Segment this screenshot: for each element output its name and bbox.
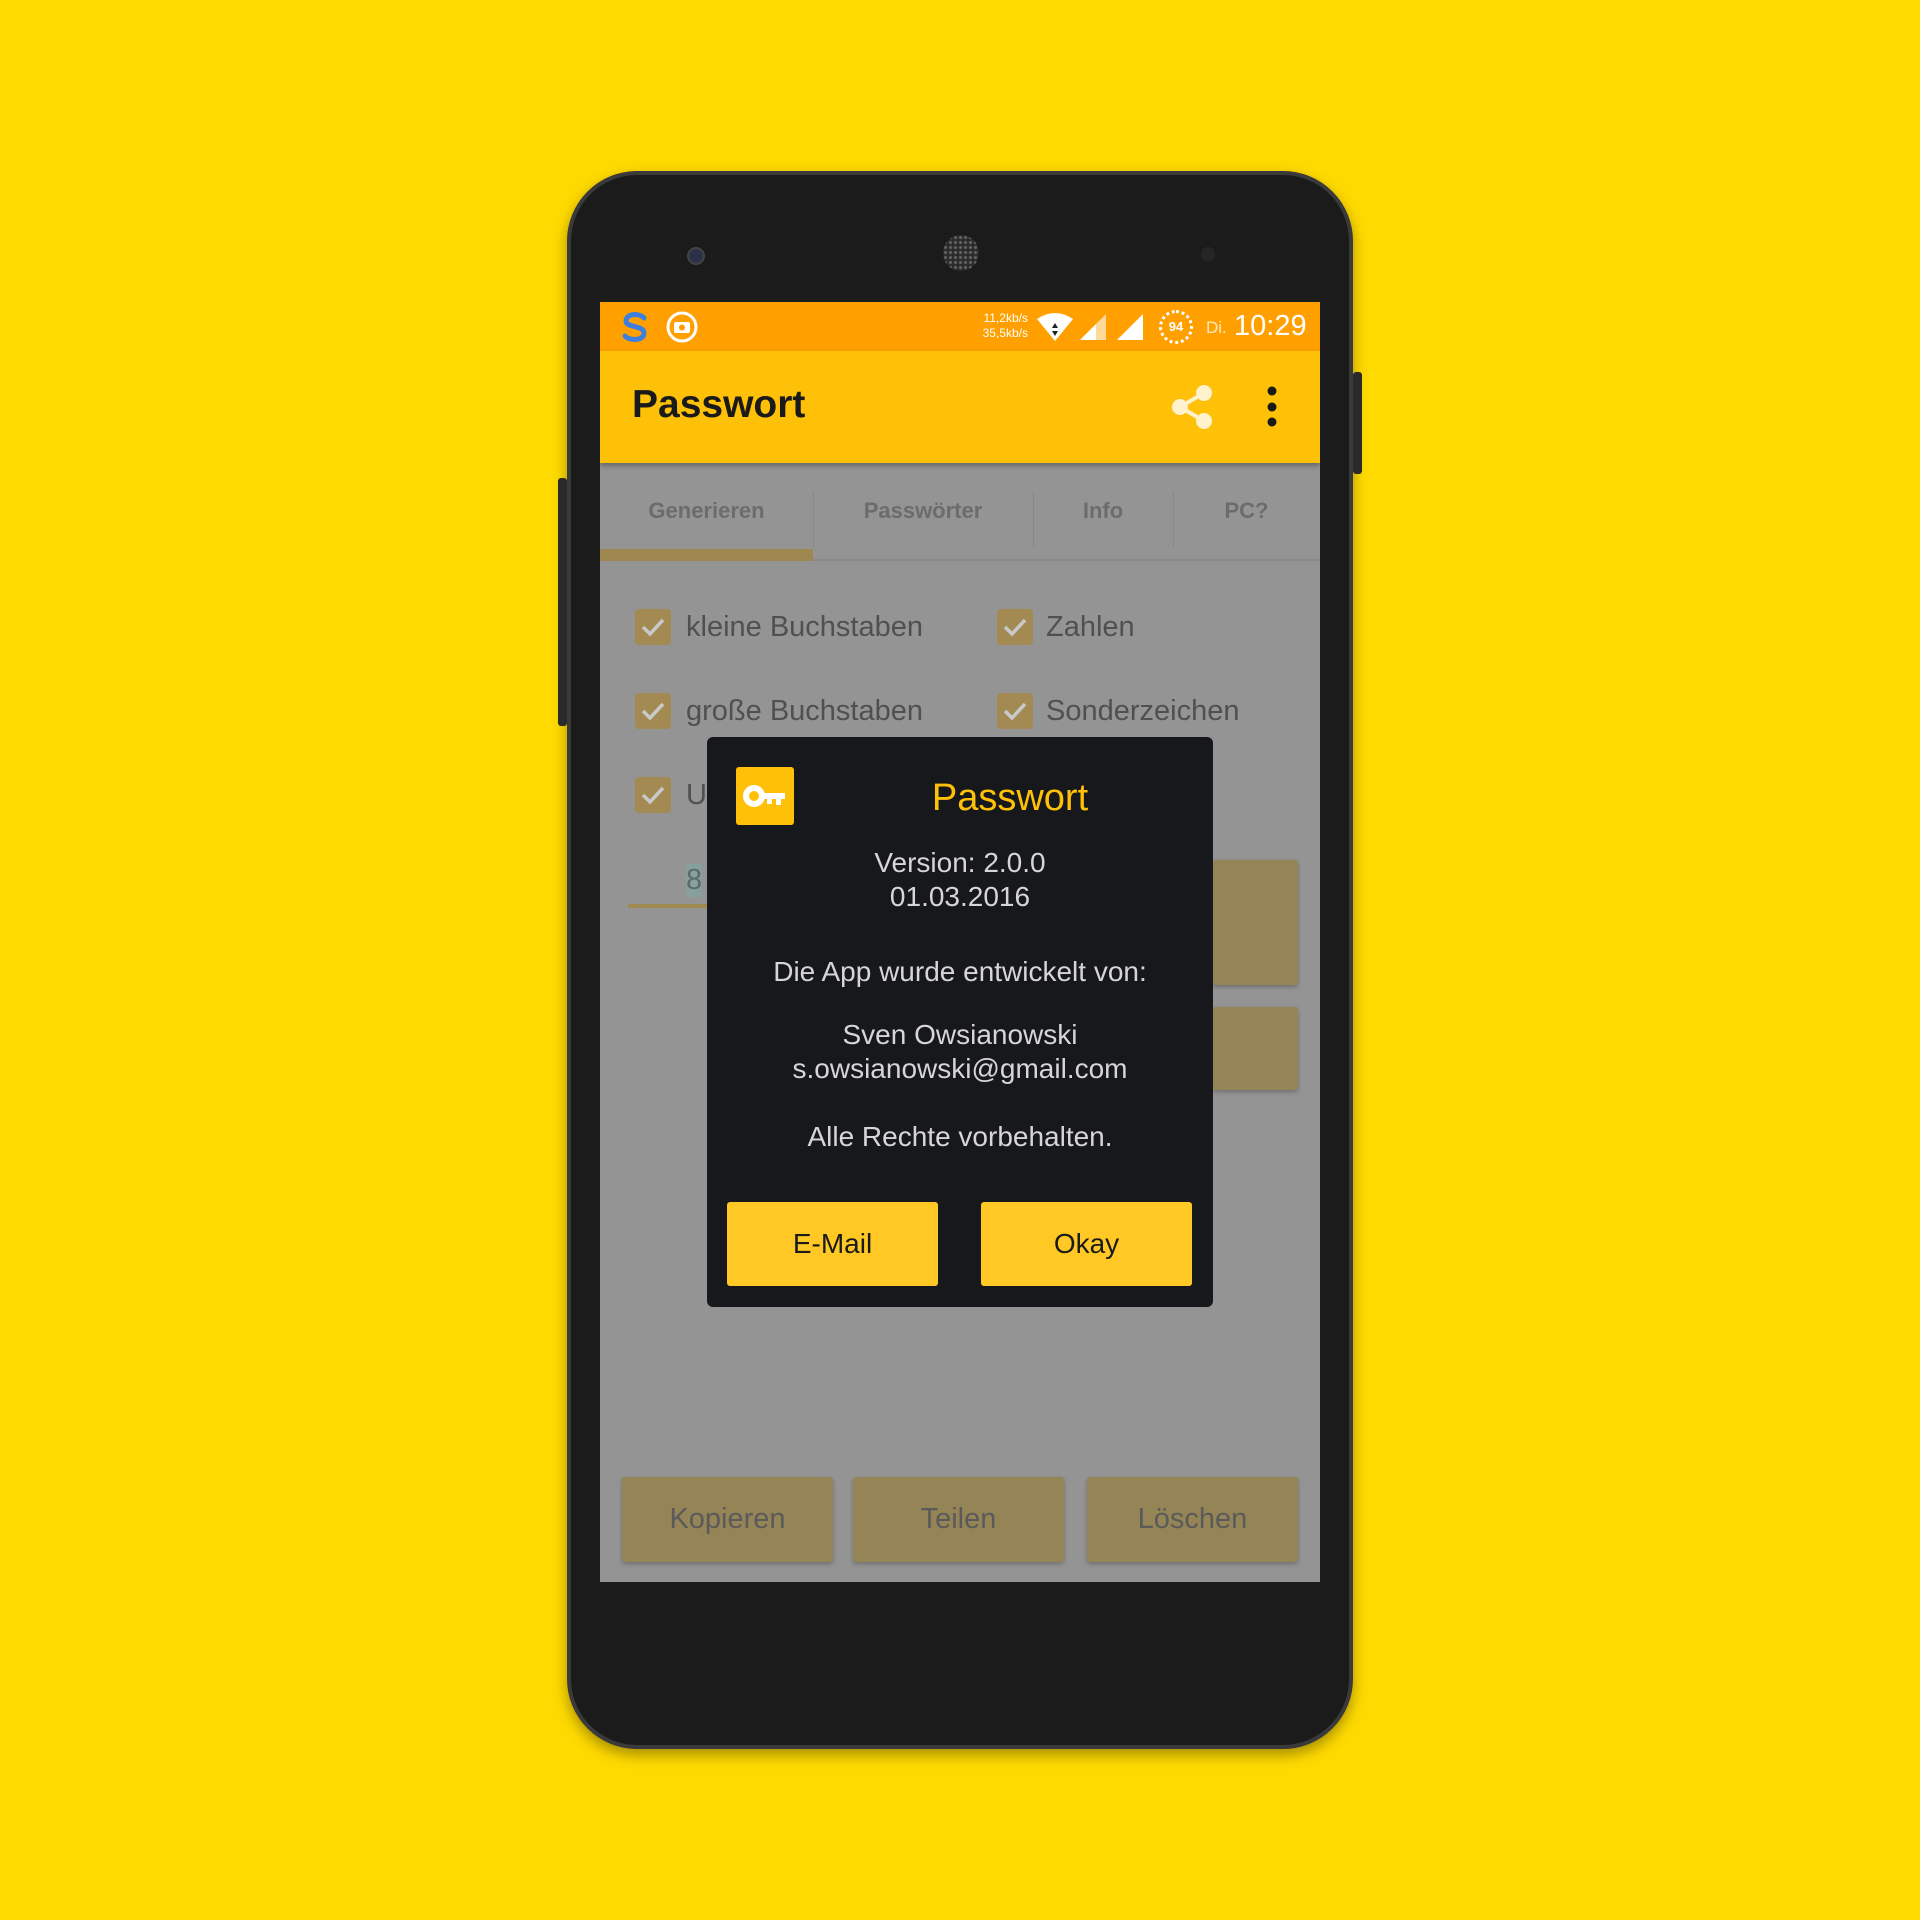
tab-passwoerter[interactable]: Passwörter: [813, 463, 1033, 559]
option-label: U: [686, 779, 707, 811]
screenshot-icon: [666, 311, 698, 343]
day-label: Di.: [1206, 318, 1227, 337]
tab-indicator: [600, 549, 813, 561]
power-button: [1353, 372, 1362, 474]
dialog-title: Passwort: [931, 777, 1089, 819]
checkbox-zahlen[interactable]: [997, 609, 1033, 645]
checkbox-option-5[interactable]: [635, 777, 671, 813]
date-text: 01.03.2016: [889, 881, 1031, 912]
developed-by-text: Die App wurde entwickelt von:: [773, 956, 1147, 987]
option-label: kleine Buchstaben: [686, 611, 923, 643]
option-label: große Buchstaben: [686, 695, 923, 727]
version-text: Version: 2.0.0: [874, 847, 1046, 878]
length-input[interactable]: 8: [628, 862, 718, 908]
checkbox-sonderzeichen[interactable]: [997, 693, 1033, 729]
option-label: Zahlen: [1046, 611, 1135, 643]
tab-info[interactable]: Info: [1033, 463, 1173, 559]
battery-icon: 94: [1159, 310, 1193, 344]
status-bar: 11,2kb/s 35,5kb/s 94 Di. 10:29: [600, 302, 1320, 351]
app-title: Passwort: [632, 383, 806, 426]
front-camera: [687, 247, 705, 265]
share-button[interactable]: Teilen: [853, 1477, 1064, 1562]
s-app-icon: [622, 312, 647, 342]
author-email: s.owsianowski@gmail.com: [792, 1053, 1128, 1084]
more-vert-icon[interactable]: [1264, 383, 1280, 431]
sensor: [1201, 247, 1215, 261]
copy-button[interactable]: Kopieren: [622, 1477, 833, 1562]
signal-icon-2: [1117, 314, 1143, 340]
checkbox-kleine-buchstaben[interactable]: [635, 609, 671, 645]
tab-bar: Generieren Passwörter Info PC?: [600, 463, 1320, 561]
author-name: Sven Owsianowski: [842, 1019, 1078, 1050]
email-button[interactable]: E-Mail: [727, 1202, 938, 1286]
clock: 10:29: [1234, 310, 1307, 342]
volume-button: [558, 478, 567, 726]
share-icon[interactable]: [1168, 383, 1216, 431]
option-label: Sonderzeichen: [1046, 695, 1240, 727]
rights-text: Alle Rechte vorbehalten.: [807, 1121, 1113, 1152]
checkbox-grosse-buchstaben[interactable]: [635, 693, 671, 729]
about-dialog: Passwort Version: 2.0.0 01.03.2016 Die A…: [707, 737, 1213, 1307]
phone-screen: 11,2kb/s 35,5kb/s 94 Di. 10:29 Passwort G…: [600, 302, 1320, 1582]
upload-speed: 11,2kb/s: [983, 311, 1028, 325]
app-bar: Passwort: [600, 351, 1320, 463]
tab-generieren[interactable]: Generieren: [600, 463, 813, 559]
length-value: 8: [686, 864, 703, 897]
network-speed: 11,2kb/s 35,5kb/s: [970, 311, 1028, 341]
speaker-grille: [943, 235, 979, 271]
signal-icon-1: [1080, 314, 1106, 340]
download-speed: 35,5kb/s: [982, 326, 1028, 340]
secondary-button[interactable]: [1212, 1007, 1298, 1090]
generate-button[interactable]: [1212, 860, 1298, 985]
tab-pc[interactable]: PC?: [1173, 463, 1320, 559]
delete-button[interactable]: Löschen: [1087, 1477, 1298, 1562]
okay-button[interactable]: Okay: [981, 1202, 1192, 1286]
wifi-icon: [1037, 313, 1073, 341]
